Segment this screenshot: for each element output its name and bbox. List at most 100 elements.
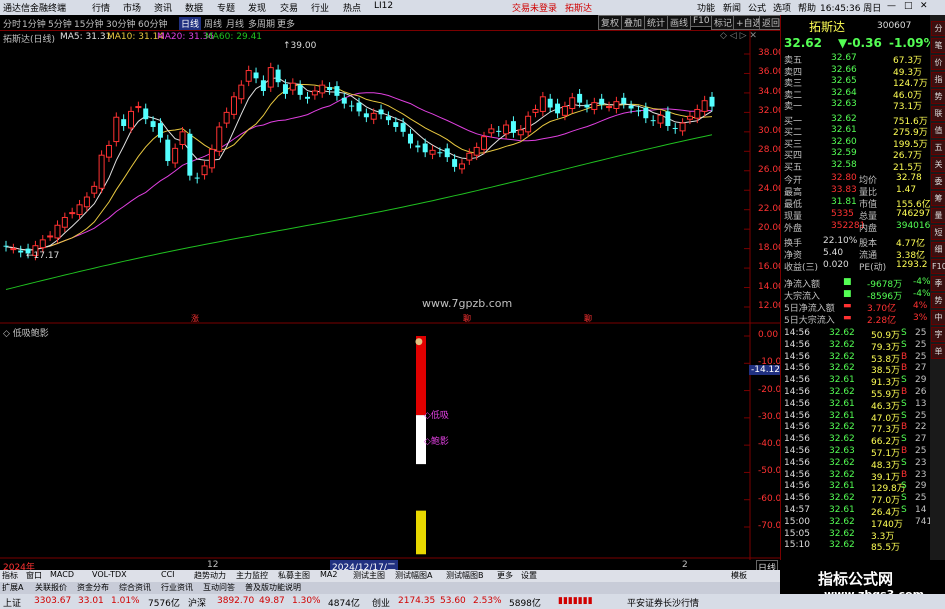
info-tab[interactable]: 行业资讯 <box>161 582 193 593</box>
tick-row[interactable]: 14:56 32.61 47.0万 S 25 <box>781 411 931 424</box>
tick-row[interactable]: 14:56 32.62 53.8万 B 25 <box>781 352 931 365</box>
tick-row[interactable]: 14:56 32.62 66.2万 S 27 <box>781 434 931 447</box>
side-tab[interactable]: 势 <box>931 89 945 104</box>
bid-row[interactable]: 买五 32.58 21.5万 <box>781 160 931 173</box>
stat-row[interactable]: 收益(三) 0.020 PE(动) 1293.2 <box>781 260 931 273</box>
side-tab[interactable]: 委 <box>931 174 945 189</box>
stat-row[interactable]: 今开 32.80 均价 32.78 <box>781 173 931 186</box>
indicator-tab[interactable]: 主力监控 <box>236 570 268 581</box>
tick-row[interactable]: 14:56 32.61 129.8万 S 29 <box>781 481 931 494</box>
tick-row[interactable]: 14:56 32.62 79.3万 S 25 <box>781 340 931 353</box>
menu-item[interactable]: 市场 <box>123 1 141 14</box>
tool-button[interactable]: 标记 <box>711 15 736 30</box>
flow-row[interactable]: 5日大宗流入 ▬ 2.28亿 3% <box>781 313 931 326</box>
period-tab[interactable]: 分时 <box>3 17 21 30</box>
chart-area[interactable]: 拓斯达(日线) MA5: 31.31 MA10: 31.14 MA20: 31.… <box>0 30 787 575</box>
indicator-tab[interactable]: 模板 <box>731 570 747 581</box>
tick-row[interactable]: 14:56 32.62 39.1万 B 23 <box>781 470 931 483</box>
ask-row[interactable]: 卖二 32.64 46.0万 <box>781 88 931 101</box>
side-tab[interactable]: 笔 <box>931 38 945 53</box>
indicator-tab[interactable]: 指标 <box>2 570 18 581</box>
tick-row[interactable]: 15:05 32.62 3.3万 <box>781 529 931 542</box>
tick-row[interactable]: 14:56 32.62 77.0万 S 25 <box>781 493 931 506</box>
side-tab[interactable]: 分 <box>931 21 945 36</box>
close-icon[interactable]: ✕ <box>920 1 928 11</box>
kline-svg[interactable] <box>0 30 780 560</box>
menu-item[interactable]: 热点 <box>343 1 361 14</box>
period-tab[interactable]: 5分钟 <box>48 17 72 30</box>
ask-row[interactable]: 卖三 32.65 124.7万 <box>781 76 931 89</box>
period-tab[interactable]: 周线 <box>204 17 222 30</box>
menu-item[interactable]: 交易 <box>280 1 298 14</box>
tick-row[interactable]: 14:57 32.61 26.4万 S 14 <box>781 505 931 518</box>
stat-row[interactable]: 现量 5335 总量 746297 <box>781 209 931 222</box>
side-tab[interactable]: 字 <box>931 327 945 342</box>
indicator-tab[interactable]: 趋势动力 <box>194 570 226 581</box>
info-tab[interactable]: 互动问答 <box>203 582 235 593</box>
menu-item[interactable]: 资讯 <box>154 1 172 14</box>
tick-row[interactable]: 14:56 32.61 91.3万 S 29 <box>781 375 931 388</box>
period-tab[interactable]: 多周期 <box>248 17 275 30</box>
menu-item[interactable]: 新闻 <box>723 1 741 14</box>
indicator-tab[interactable]: 更多 <box>497 570 513 581</box>
tick-row[interactable]: 14:56 32.62 77.3万 B 22 <box>781 422 931 435</box>
ask-row[interactable]: 卖四 32.66 49.3万 <box>781 65 931 78</box>
tool-button[interactable]: 复权 <box>598 15 623 30</box>
tick-row[interactable]: 15:00 32.62 1740万 741 <box>781 517 932 530</box>
indicator-tab[interactable]: MA2 <box>320 570 337 579</box>
period-tab-active[interactable]: 日线 <box>179 17 202 30</box>
indicator-tab[interactable]: 窗口 <box>26 570 42 581</box>
stat-row[interactable]: 外盘 352281 内盘 394016 <box>781 221 931 234</box>
stat-row[interactable]: 换手 22.10% 股本 4.77亿 <box>781 236 931 249</box>
indicator-tab[interactable]: VOL-TDX <box>92 570 127 579</box>
flow-row[interactable]: 5日净流入额 ▬ 3.70亿 4% <box>781 301 931 314</box>
menu-item[interactable]: 帮助 <box>798 1 816 14</box>
side-tab[interactable]: 筹 <box>931 191 945 206</box>
maximize-icon[interactable]: □ <box>904 1 913 11</box>
bid-row[interactable]: 买三 32.60 199.5万 <box>781 137 931 150</box>
indicator-tab[interactable]: CCI <box>161 570 175 579</box>
period-tab[interactable]: 1分钟 <box>22 17 46 30</box>
tick-row[interactable]: 15:10 32.62 85.5万 <box>781 540 931 553</box>
side-tab[interactable]: 关 <box>931 157 945 172</box>
minimize-icon[interactable]: — <box>887 1 896 11</box>
indicator-tab[interactable]: 私募主图 <box>278 570 310 581</box>
info-tab[interactable]: 资金分布 <box>77 582 109 593</box>
tick-row[interactable]: 14:56 32.62 48.3万 S 23 <box>781 458 931 471</box>
bid-row[interactable]: 买四 32.59 26.7万 <box>781 148 931 161</box>
period-tab[interactable]: 60分钟 <box>138 17 167 30</box>
period-tab[interactable]: 更多 <box>277 17 295 30</box>
tool-button[interactable]: 画线 <box>667 15 692 30</box>
tick-row[interactable]: 14:56 32.61 46.3万 S 13 <box>781 399 931 412</box>
menu-item[interactable]: 发现 <box>248 1 266 14</box>
tick-row[interactable]: 14:56 32.62 38.5万 B 27 <box>781 363 931 376</box>
side-tab[interactable]: 单 <box>931 344 945 359</box>
login-status[interactable]: 交易未登录 <box>512 1 557 14</box>
menu-item[interactable]: LI12 <box>374 1 393 11</box>
bid-row[interactable]: 买一 32.62 751.6万 <box>781 114 931 127</box>
side-tab[interactable]: 季 <box>931 276 945 291</box>
side-tab[interactable]: 五 <box>931 140 945 155</box>
flow-row[interactable]: 大宗流入 ■ -8596万 -4% <box>781 289 931 302</box>
tick-row[interactable]: 14:56 32.62 55.9万 B 26 <box>781 387 931 400</box>
indicator-tab[interactable]: 测试幅图B <box>446 570 484 581</box>
side-tab[interactable]: 指 <box>931 72 945 87</box>
ask-row[interactable]: 卖五 32.67 67.3万 <box>781 53 931 66</box>
ask-row[interactable]: 卖一 32.63 73.1万 <box>781 99 931 112</box>
period-tab[interactable]: 月线 <box>226 17 244 30</box>
period-tab[interactable]: 30分钟 <box>106 17 135 30</box>
tick-row[interactable]: 14:56 32.63 57.1万 B 25 <box>781 446 931 459</box>
side-tab[interactable]: 细 <box>931 242 945 257</box>
stat-row[interactable]: 净资 5.40 流通 3.38亿 <box>781 248 931 261</box>
side-tab[interactable]: 短 <box>931 225 945 240</box>
info-tab[interactable]: 综合资讯 <box>119 582 151 593</box>
info-tab[interactable]: 关联报价 <box>35 582 67 593</box>
side-tab[interactable]: 联 <box>931 106 945 121</box>
tool-button[interactable]: 叠加 <box>621 15 646 30</box>
indicator-tab[interactable]: 设置 <box>521 570 537 581</box>
info-tab[interactable]: 普及版功能说明 <box>245 582 301 593</box>
menu-item[interactable]: 专题 <box>217 1 235 14</box>
stat-row[interactable]: 最高 33.83 量比 1.47 <box>781 185 931 198</box>
tick-row[interactable]: 14:56 32.62 50.9万 S 25 <box>781 328 931 341</box>
side-tab[interactable]: F10 <box>931 259 945 274</box>
